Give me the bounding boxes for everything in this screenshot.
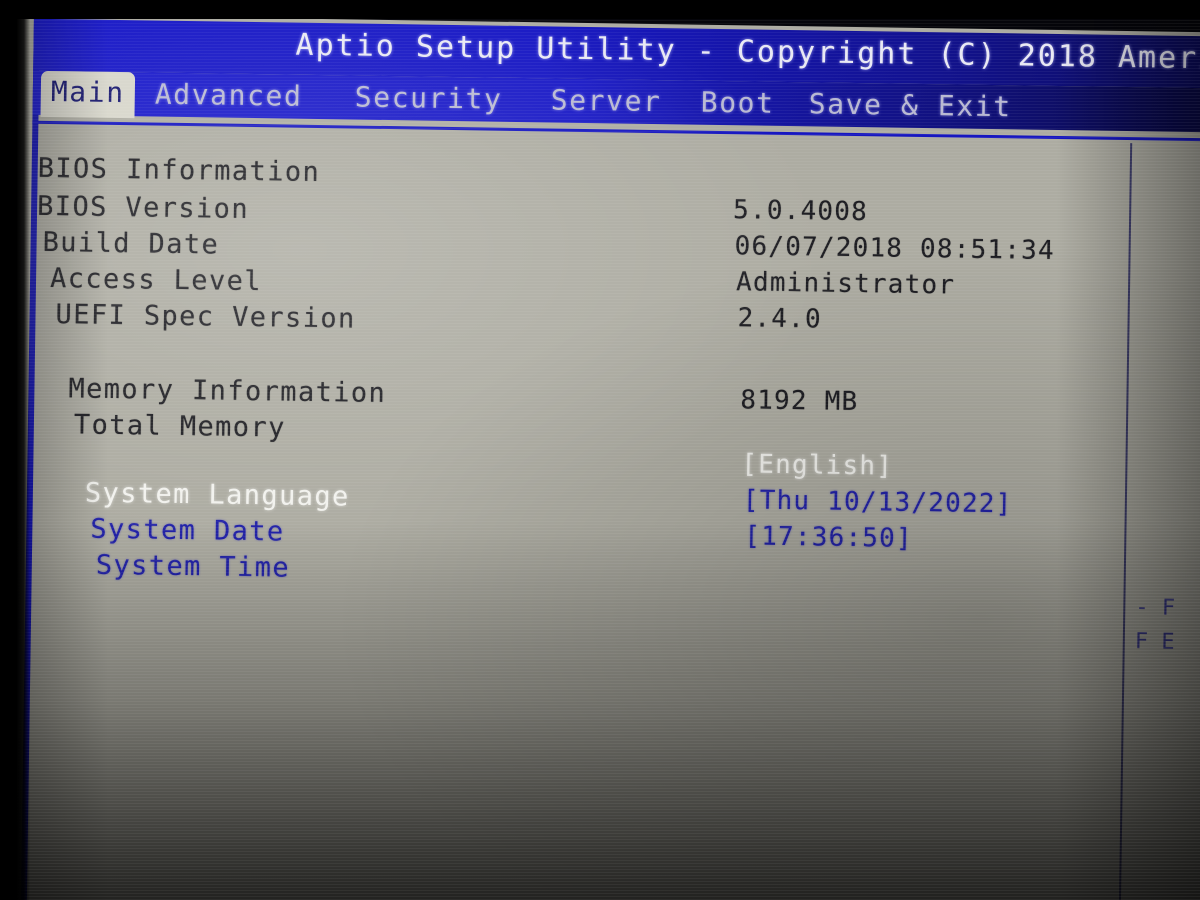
system-language-value[interactable]: [English]	[741, 449, 893, 481]
tab-server[interactable]: Server	[540, 80, 671, 124]
uefi-spec-version-value: 2.4.0	[737, 303, 823, 335]
total-memory-label: Total Memory	[73, 409, 286, 444]
system-date-value[interactable]: [Thu 10/13/2022]	[743, 485, 1013, 519]
tab-security[interactable]: Security	[344, 77, 512, 121]
system-language-label[interactable]: System Language	[85, 478, 350, 513]
page-title: Aptio Setup Utility - Copyright (C) 2018…	[295, 27, 1200, 78]
uefi-spec-version-label: UEFI Spec Version	[55, 299, 356, 335]
system-date-label[interactable]: System Date	[90, 514, 285, 548]
tab-advanced[interactable]: Advanced	[144, 74, 312, 118]
system-time-value[interactable]: [17:36:50]	[744, 521, 913, 553]
help-pane-key-hints: - F F E	[1134, 595, 1176, 655]
tab-boot[interactable]: Boot	[690, 83, 784, 126]
bios-screen-photo: Aptio Setup Utility - Copyright (C) 2018…	[0, 0, 1200, 900]
bios-version-label: BIOS Version	[36, 190, 250, 225]
tab-save-exit[interactable]: Save & Exit	[798, 84, 1022, 129]
access-level-value: Administrator	[735, 267, 956, 301]
build-date-label: Build Date	[42, 226, 220, 261]
bios-information-heading: BIOS Information	[37, 152, 321, 189]
total-memory-value: 8192 MB	[740, 385, 859, 418]
access-level-label: Access Level	[49, 263, 263, 298]
memory-information-heading: Memory Information	[68, 373, 387, 410]
monitor-bezel-left	[0, 0, 30, 900]
main-content: BIOS Information BIOS Version 5.0.4008 B…	[26, 127, 1200, 900]
tab-main[interactable]: Main	[40, 70, 135, 119]
bios-version-value: 5.0.4008	[732, 195, 869, 228]
build-date-value: 06/07/2018 08:51:34	[734, 231, 1056, 266]
system-time-label[interactable]: System Time	[96, 550, 291, 584]
monitor-bezel-top	[0, 0, 1200, 19]
bios-panel: Aptio Setup Utility - Copyright (C) 2018…	[0, 14, 1200, 900]
